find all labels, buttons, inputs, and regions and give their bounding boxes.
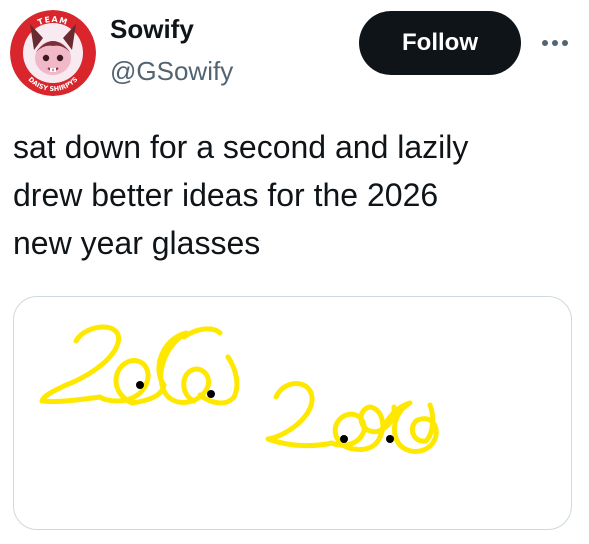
drawing-stroke xyxy=(197,354,240,406)
tweet-text-line: drew better ideas for the 2026 xyxy=(13,177,439,213)
tweet-text-line: new year glasses xyxy=(13,225,261,261)
drawing-pupil xyxy=(386,435,394,443)
media-image[interactable] xyxy=(13,296,572,530)
avatar[interactable]: TEAM DAISY SHIRPYS xyxy=(10,10,96,96)
tweet-text: sat down for a second and lazily drew be… xyxy=(13,123,573,267)
display-name[interactable]: Sowify xyxy=(110,13,194,45)
drawing-stroke xyxy=(351,404,397,452)
drawing-pupil xyxy=(207,390,215,398)
drawing-pupil xyxy=(136,381,144,389)
tweet-text-line: sat down for a second and lazily xyxy=(13,129,469,165)
drawing-stroke xyxy=(39,324,122,404)
follow-button[interactable]: Follow xyxy=(359,11,521,75)
more-horizontal-icon[interactable] xyxy=(535,28,575,56)
drawing-pupil xyxy=(340,435,348,443)
drawing-image xyxy=(39,324,439,454)
tweet-card: TEAM DAISY SHIRPYS Sowify @GSowify Follo… xyxy=(0,0,589,544)
user-handle[interactable]: @GSowify xyxy=(110,55,233,87)
drawing-stroke xyxy=(181,326,223,340)
drawing-stroke xyxy=(265,381,335,449)
